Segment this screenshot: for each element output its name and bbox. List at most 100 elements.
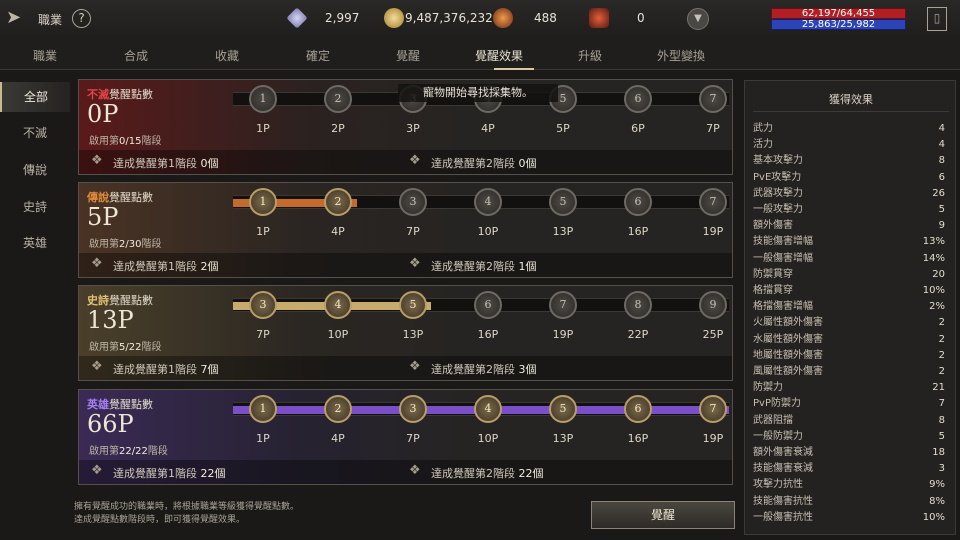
stage-node[interactable]: 2 — [324, 188, 352, 216]
stat-name: 火屬性額外傷害 — [753, 317, 823, 329]
stat-name: 水屬性額外傷害 — [753, 333, 823, 345]
stage-number: 0/15 — [119, 136, 142, 147]
stage-node[interactable]: 6 — [474, 291, 502, 319]
orb-icon — [493, 8, 513, 28]
achievement-row: ❖ 達成覺醒第1階段 22個 ❖ 達成覺醒第2階段 22個 — [79, 460, 732, 484]
stage-node[interactable]: 4 — [474, 188, 502, 216]
stage-points-label: 1P — [256, 432, 270, 445]
tab-upgrade[interactable]: 升級 — [578, 47, 602, 64]
stage-points-label: 13P — [552, 225, 574, 238]
stage-points-label: 5P — [556, 122, 570, 135]
stage-node[interactable]: 6 — [624, 85, 652, 113]
stat-value: 9% — [929, 479, 945, 491]
stage-progress: 啟用第5/22階段 — [89, 338, 161, 353]
awaken-card: 英雄覺醒點數 66P 啟用第22/22階段 ❖ 達成覺醒第1階段 22個 ❖ 達… — [78, 389, 733, 485]
help-button[interactable]: ? — [72, 9, 91, 28]
stage-points-label: 19P — [702, 225, 724, 238]
stat-value: 2 — [938, 333, 945, 345]
stage-suffix: 階段 — [141, 342, 162, 353]
stage-points-label: 16P — [627, 225, 649, 238]
stat-name: 防禦貫穿 — [753, 268, 793, 280]
stat-row: 額外傷害衰減 18 — [753, 445, 949, 461]
stat-value: 2 — [938, 349, 945, 361]
stage-node[interactable]: 7 — [699, 85, 727, 113]
stage-node[interactable]: 3 — [399, 395, 427, 423]
stage-points-label: 1P — [256, 122, 270, 135]
stage-node[interactable]: 5 — [399, 291, 427, 319]
stat-name: 基本攻擊力 — [753, 155, 803, 167]
achievement-row: ❖ 達成覺醒第1階段 0個 ❖ 達成覺醒第2階段 0個 — [79, 150, 732, 174]
tab-confirm[interactable]: 確定 — [306, 47, 330, 64]
stat-name: 一般防禦力 — [753, 430, 803, 442]
filter-all[interactable]: 全部 — [0, 82, 70, 112]
stage-points-label: 13P — [552, 432, 574, 445]
awaken-points: 5P — [87, 203, 119, 231]
filter-legend[interactable]: 傳說 — [0, 155, 70, 185]
stat-value: 18 — [932, 447, 945, 458]
stage-prefix: 啟用第 — [89, 136, 119, 147]
card-summary: 傳說覺醒點數 5P 啟用第2/30階段 — [79, 183, 229, 253]
stage-points-label: 7P — [406, 225, 420, 238]
stage-node[interactable]: 1 — [249, 395, 277, 423]
stage-node[interactable]: 6 — [624, 188, 652, 216]
hp-bar: 62,197/64,455 — [771, 8, 906, 19]
achievement-stage-2: 達成覺醒第2階段 0個 — [431, 155, 537, 171]
stage-points-label: 19P — [552, 328, 574, 341]
stage-node[interactable]: 7 — [699, 395, 727, 423]
chevron-down-icon[interactable]: ▼ — [687, 8, 709, 30]
ach2-count: 0個 — [518, 157, 537, 170]
stage-prefix: 啟用第 — [89, 446, 119, 457]
stat-value: 10% — [922, 511, 945, 523]
tab-synthesis[interactable]: 合成 — [124, 47, 148, 64]
gold-coin-icon — [384, 8, 404, 28]
stage-node[interactable]: 3 — [399, 188, 427, 216]
back-arrow-icon[interactable]: ➤ — [6, 8, 32, 28]
stat-row: 防禦力 21 — [753, 380, 949, 396]
stat-value: 2 — [938, 317, 945, 329]
stage-node[interactable]: 4 — [474, 395, 502, 423]
tab-awaken-effects[interactable]: 覺醒效果 — [475, 47, 523, 64]
stage-node[interactable]: 5 — [549, 188, 577, 216]
stat-row: 一般傷害增幅 14% — [753, 251, 949, 267]
awaken-card: 史詩覺醒點數 13P 啟用第5/22階段 ❖ 達成覺醒第1階段 7個 ❖ 達成覺… — [78, 285, 733, 381]
tab-bar: 職業 合成 收藏 確定 覺醒 覺醒效果 升級 外型變換 — [0, 38, 960, 70]
exit-door-icon[interactable]: ▯ — [927, 7, 947, 31]
tab-awaken[interactable]: 覺醒 — [396, 47, 420, 64]
tab-class[interactable]: 職業 — [33, 47, 57, 64]
filter-epic[interactable]: 史詩 — [0, 192, 70, 222]
note-line-2: 達成覺醒點數階段時，即可獲得覺醒效果。 — [74, 515, 246, 525]
ach2-label: 達成覺醒第2階段 — [431, 467, 515, 480]
toast-message: 寵物開始尋找採集物。 — [398, 84, 558, 102]
stage-node[interactable]: 4 — [324, 291, 352, 319]
page-title: 職業 — [38, 13, 63, 27]
stage-node[interactable]: 7 — [549, 291, 577, 319]
tab-collection[interactable]: 收藏 — [215, 47, 239, 64]
stage-node[interactable]: 9 — [699, 291, 727, 319]
stage-prefix: 啟用第 — [89, 239, 119, 250]
awaken-points: 0P — [87, 100, 119, 128]
achievement-row: ❖ 達成覺醒第1階段 2個 ❖ 達成覺醒第2階段 1個 — [79, 253, 732, 277]
stage-node[interactable]: 5 — [549, 395, 577, 423]
stage-node[interactable]: 1 — [249, 85, 277, 113]
stage-node[interactable]: 6 — [624, 395, 652, 423]
filter-hero[interactable]: 英雄 — [0, 228, 70, 258]
stat-value: 7 — [938, 398, 945, 410]
ach1-label: 達成覺醒第1階段 — [113, 363, 197, 376]
stage-node[interactable]: 7 — [699, 188, 727, 216]
filter-immortal[interactable]: 不滅 — [0, 118, 70, 148]
awaken-button[interactable]: 覺醒 — [591, 501, 735, 529]
stage-node[interactable]: 2 — [324, 85, 352, 113]
awaken-card: 傳說覺醒點數 5P 啟用第2/30階段 ❖ 達成覺醒第1階段 2個 ❖ 達成覺醒… — [78, 182, 733, 278]
stage-node[interactable]: 2 — [324, 395, 352, 423]
stat-value: 20 — [932, 268, 945, 280]
stage-node[interactable]: 1 — [249, 188, 277, 216]
achievement-stage-2: 達成覺醒第2階段 1個 — [431, 258, 537, 274]
stat-value: 5 — [938, 430, 945, 442]
stage-points-label: 22P — [627, 328, 649, 341]
wings-icon: ❖ — [91, 153, 103, 168]
card-summary: 史詩覺醒點數 13P 啟用第5/22階段 — [79, 286, 229, 356]
stage-points-label: 7P — [256, 328, 270, 341]
stage-node[interactable]: 8 — [624, 291, 652, 319]
tab-appearance[interactable]: 外型變換 — [657, 47, 705, 64]
stage-node[interactable]: 3 — [249, 291, 277, 319]
